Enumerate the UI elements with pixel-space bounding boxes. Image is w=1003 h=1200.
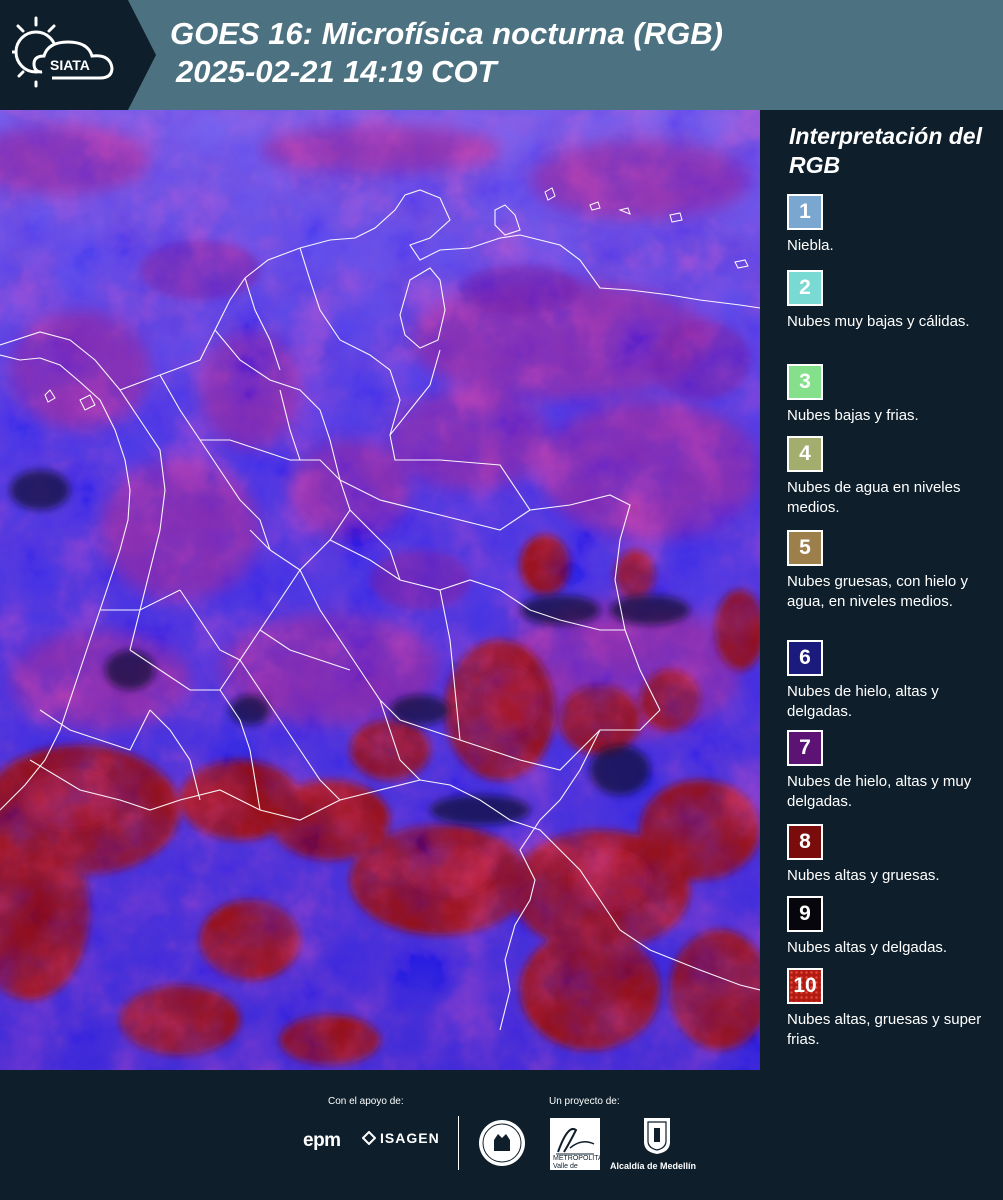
support-label: Con el apoyo de: — [328, 1096, 404, 1107]
alcaldia-medellin-text: Alcaldía de Medellín — [610, 1161, 697, 1171]
footer: Con el apoyo de: Un proyecto de: epm ISA… — [0, 1070, 1003, 1200]
legend-swatch: 4 — [787, 436, 823, 472]
isagen-text: ISAGEN — [380, 1130, 440, 1146]
epm-logo: epm — [303, 1130, 341, 1151]
siata-logo-box: SIATA — [0, 0, 128, 110]
project-label: Un proyecto de: — [549, 1096, 620, 1107]
isagen-logo: ISAGEN — [362, 1130, 440, 1146]
satellite-image — [0, 110, 760, 1070]
legend-item-7: 7 Nubes de hielo, altas y muy delgadas. — [787, 730, 997, 812]
timestamp: 2025-02-21 14:19 COT — [176, 54, 497, 89]
legend-label: Nubes muy bajas y cálidas. — [787, 313, 970, 330]
medellin-shield-icon — [644, 1118, 670, 1154]
legend-item-2: 2 Nubes muy bajas y cálidas. — [787, 270, 997, 332]
header: SIATA GOES 16: Microfísica nocturna (RGB… — [0, 0, 1003, 110]
legend-swatch: 3 — [787, 364, 823, 400]
legend-label: Niebla. — [787, 237, 834, 254]
legend-label: Nubes altas y gruesas. — [787, 867, 940, 884]
isagen-icon — [362, 1131, 376, 1145]
legend-label: Nubes de hielo, altas y delgadas. — [787, 683, 939, 720]
legend-item-6: 6 Nubes de hielo, altas y delgadas. — [787, 640, 997, 722]
logo-arrow — [128, 0, 156, 110]
legend-item-1: 1 Niebla. — [787, 194, 997, 256]
legend-item-10: 10 Nubes altas, gruesas y super frias. — [787, 968, 997, 1050]
siata-logo-text: SIATA — [50, 57, 90, 73]
legend-item-5: 5 Nubes gruesas, con hielo y agua, en ni… — [787, 530, 997, 612]
area-metropolitana-text: METROPOLITANA Valle de Aburrá — [553, 1155, 612, 1178]
legend-item-3: 3 Nubes bajas y frias. — [787, 364, 997, 426]
university-seal-icon — [479, 1120, 525, 1166]
satellite-image-svg — [0, 110, 760, 1070]
page-title: GOES 16: Microfísica nocturna (RGB) — [170, 16, 723, 51]
legend-label: Nubes bajas y frias. — [787, 407, 919, 424]
legend-swatch: 7 — [787, 730, 823, 766]
siata-logo: SIATA — [12, 16, 114, 88]
legend-title: Interpretación del RGB — [789, 123, 982, 178]
legend-swatch: 2 — [787, 270, 823, 306]
legend-swatch: 9 — [787, 896, 823, 932]
legend-swatch: 1 — [787, 194, 823, 230]
legend-swatch: 5 — [787, 530, 823, 566]
legend-label: Nubes gruesas, con hielo y agua, en nive… — [787, 573, 968, 610]
legend-label: Nubes de hielo, altas y muy delgadas. — [787, 773, 972, 810]
legend-label: Nubes de agua en niveles medios. — [787, 479, 961, 516]
legend-swatch: 8 — [787, 824, 823, 860]
legend-label: Nubes altas y delgadas. — [787, 939, 948, 956]
legend-panel: Interpretación del RGB 1 Niebla. 2 Nubes… — [760, 110, 1003, 1070]
legend-item-4: 4 Nubes de agua en niveles medios. — [787, 436, 997, 518]
footer-divider — [458, 1116, 459, 1170]
legend-swatch: 6 — [787, 640, 823, 676]
legend-item-8: 8 Nubes altas y gruesas. — [787, 824, 997, 886]
legend-swatch: 10 — [787, 968, 823, 1004]
legend-item-9: 9 Nubes altas y delgadas. — [787, 896, 997, 958]
legend-label: Nubes altas, gruesas y super frias. — [787, 1011, 982, 1048]
